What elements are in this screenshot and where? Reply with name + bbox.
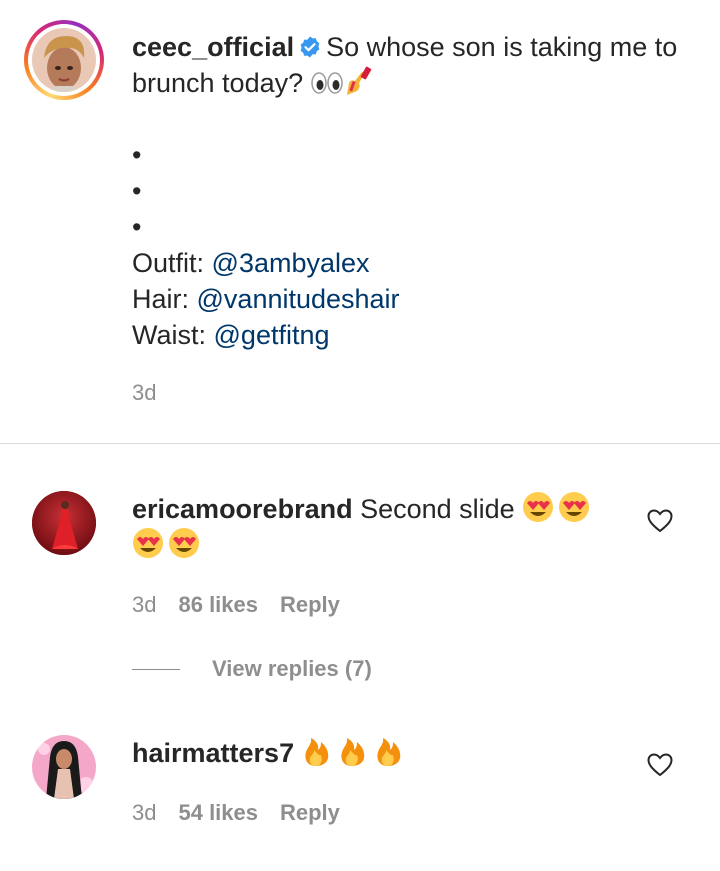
credit-waist: Waist: @getfitng <box>132 317 692 353</box>
caption: ceec_official So whose son is taking me t… <box>132 29 692 353</box>
credit-outfit: Outfit: @3ambyalex <box>132 245 692 281</box>
view-replies-button[interactable]: View replies (7) <box>132 656 372 682</box>
caption-username[interactable]: ceec_official <box>132 32 294 62</box>
comment-timestamp: 3d <box>132 592 157 617</box>
credit-label: Outfit: <box>132 248 212 278</box>
caption-bullet: • <box>132 212 142 242</box>
caption-bullet: • <box>132 176 142 206</box>
comment-username[interactable]: hairmatters7 <box>132 738 294 768</box>
reply-button[interactable]: Reply <box>280 592 340 617</box>
divider <box>0 443 720 444</box>
credit-hair: Hair: @vannitudeshair <box>132 281 692 317</box>
verified-badge-icon <box>300 36 320 58</box>
avatar[interactable] <box>32 28 96 92</box>
caption-timestamp: 3d <box>132 380 157 405</box>
like-heart-icon[interactable] <box>647 509 673 533</box>
comment-username[interactable]: ericamoorebrand <box>132 494 353 524</box>
avatar-image <box>32 491 96 555</box>
comment-body: hairmatters7 <box>132 735 612 771</box>
heart-eyes-emoji-icon <box>523 492 590 522</box>
mention-link[interactable]: @vannitudeshair <box>197 284 400 314</box>
comment-meta: 3d 86 likes Reply <box>132 592 362 618</box>
mention-link[interactable]: @3ambyalex <box>212 248 370 278</box>
caption-bullet: • <box>132 140 142 170</box>
comment-meta: 3d 54 likes Reply <box>132 800 362 826</box>
story-ring[interactable] <box>24 20 104 100</box>
avatar-image <box>32 735 96 799</box>
view-replies-label: View replies (7) <box>212 656 372 681</box>
avatar[interactable] <box>32 491 96 555</box>
reply-button[interactable]: Reply <box>280 800 340 825</box>
avatar-image <box>32 28 96 92</box>
comment-timestamp: 3d <box>132 800 157 825</box>
mention-link[interactable]: @getfitng <box>214 320 330 350</box>
comment-message: Second slide <box>360 494 515 524</box>
likes-count[interactable]: 54 likes <box>178 800 258 825</box>
credit-label: Waist: <box>132 320 214 350</box>
heart-eyes-emoji-icon <box>133 528 199 558</box>
fire-emoji-icon <box>305 738 400 766</box>
avatar[interactable] <box>32 735 96 799</box>
comment-body: ericamoorebrand Second slide <box>132 491 612 563</box>
eyes-and-nail-polish-emoji-icon <box>310 66 371 95</box>
credit-label: Hair: <box>132 284 197 314</box>
likes-count[interactable]: 86 likes <box>178 592 258 617</box>
replies-line <box>132 668 180 670</box>
like-heart-icon[interactable] <box>647 753 673 777</box>
